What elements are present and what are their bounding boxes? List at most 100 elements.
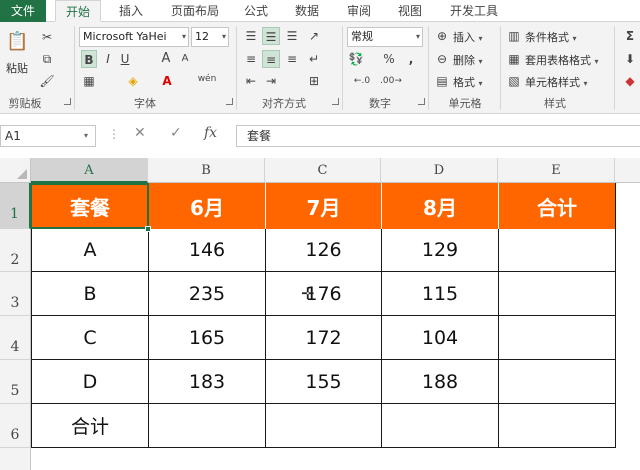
format-cells-icon[interactable]: ▤ xyxy=(434,72,450,90)
cell-d4[interactable]: 104 xyxy=(382,316,499,360)
fill-handle[interactable] xyxy=(145,226,151,232)
column-header-b[interactable]: B xyxy=(148,158,265,183)
cell-c3[interactable]: 176 xyxy=(266,272,382,316)
align-top-icon[interactable]: ☰ xyxy=(242,27,260,45)
borders-icon[interactable]: ▦ xyxy=(80,72,98,90)
cell-d6[interactable] xyxy=(382,404,499,448)
cell-c6[interactable] xyxy=(266,404,382,448)
cell-styles-button[interactable]: 单元格样式 ▾ xyxy=(525,74,588,90)
align-bottom-icon[interactable]: ☰ xyxy=(283,27,301,45)
cell-b2[interactable]: 146 xyxy=(149,229,266,272)
fill-icon[interactable]: ⬇ xyxy=(622,50,638,68)
enter-icon[interactable]: ✓ xyxy=(170,125,182,141)
column-header-e[interactable]: E xyxy=(498,158,615,183)
cell-b6[interactable] xyxy=(149,404,266,448)
italic-button[interactable]: I xyxy=(101,50,115,68)
phonetic-guide-button[interactable]: wén xyxy=(196,70,218,88)
underline-button[interactable]: U xyxy=(118,50,132,68)
column-header-f[interactable] xyxy=(615,158,640,183)
row-header-3[interactable]: 3 xyxy=(0,272,31,316)
insert-cells-icon[interactable]: ⊕ xyxy=(434,27,450,45)
cell-b4[interactable]: 165 xyxy=(149,316,266,360)
paste-icon[interactable]: 📋 xyxy=(6,30,28,54)
number-launcher-icon[interactable] xyxy=(418,98,425,105)
formula-input[interactable]: 套餐 xyxy=(236,125,640,147)
font-name-select[interactable]: Microsoft YaHei ▾ xyxy=(79,27,189,47)
cell-e3[interactable] xyxy=(499,272,616,316)
cell-c5[interactable]: 155 xyxy=(266,360,382,404)
format-painter-icon[interactable]: 🖌 xyxy=(38,72,56,90)
tab-page-layout[interactable]: 页面布局 xyxy=(160,0,230,22)
cell-e2[interactable] xyxy=(499,229,616,272)
font-size-select[interactable]: 12 ▾ xyxy=(191,27,229,47)
cell-styles-icon[interactable]: ▧ xyxy=(506,72,522,90)
insert-cells-button[interactable]: 插入 ▾ xyxy=(453,29,483,45)
cell-a2[interactable]: A xyxy=(32,229,149,272)
increase-decimal-icon[interactable]: ←.0 xyxy=(352,72,372,90)
cell-b5[interactable]: 183 xyxy=(149,360,266,404)
autosum-icon[interactable]: Σ xyxy=(622,27,638,45)
cell-c2[interactable]: 126 xyxy=(266,229,382,272)
tab-data[interactable]: 数据 xyxy=(284,0,330,22)
format-cells-button[interactable]: 格式 ▾ xyxy=(453,74,483,90)
font-launcher-icon[interactable] xyxy=(226,98,233,105)
row-header-4[interactable]: 4 xyxy=(0,316,31,360)
delete-cells-button[interactable]: 删除 ▾ xyxy=(453,52,483,68)
decrease-indent-icon[interactable]: ⇤ xyxy=(242,72,260,90)
tab-view[interactable]: 视图 xyxy=(387,0,433,22)
tab-developer[interactable]: 开发工具 xyxy=(441,0,507,22)
orientation-icon[interactable]: ↗ xyxy=(305,27,323,45)
copy-icon[interactable]: ⧉ xyxy=(38,50,56,68)
cell-a5[interactable]: D xyxy=(32,360,149,404)
decrease-decimal-icon[interactable]: .00→ xyxy=(380,72,402,90)
cancel-icon[interactable]: ✕ xyxy=(134,125,146,141)
clipboard-launcher-icon[interactable] xyxy=(64,98,71,105)
cell-b3[interactable]: 235 xyxy=(149,272,266,316)
bold-button[interactable]: B xyxy=(81,50,97,68)
row-header-5[interactable]: 5 xyxy=(0,360,31,404)
more-options-icon[interactable]: ⋮ xyxy=(108,127,120,141)
name-box-dropdown-icon[interactable]: ▾ xyxy=(84,131,88,140)
column-header-d[interactable]: D xyxy=(381,158,498,183)
clear-icon[interactable]: ◆ xyxy=(622,72,638,90)
tab-file[interactable]: 文件 xyxy=(0,0,46,22)
cell-a6[interactable]: 合计 xyxy=(32,404,149,448)
accounting-format-icon[interactable]: 💱 xyxy=(347,50,365,68)
row-header-6[interactable]: 6 xyxy=(0,404,31,448)
conditional-format-icon[interactable]: ▥ xyxy=(506,27,522,45)
cell-d2[interactable]: 129 xyxy=(382,229,499,272)
row-header-2[interactable]: 2 xyxy=(0,229,31,272)
alignment-launcher-icon[interactable] xyxy=(332,98,339,105)
tab-home[interactable]: 开始 xyxy=(55,0,101,22)
format-as-table-icon[interactable]: ▦ xyxy=(506,50,522,68)
percent-button[interactable]: % xyxy=(380,50,398,68)
insert-function-button[interactable]: fx xyxy=(204,125,217,141)
cell-c1[interactable]: 7月 xyxy=(266,183,382,229)
comma-style-button[interactable]: , xyxy=(402,50,420,68)
cell-a4[interactable]: C xyxy=(32,316,149,360)
wrap-text-icon[interactable]: ↵ xyxy=(305,50,323,68)
tab-insert[interactable]: 插入 xyxy=(108,0,154,22)
font-grow-button[interactable]: A xyxy=(158,50,174,68)
align-center-icon[interactable]: ≡ xyxy=(262,50,280,68)
cell-c4[interactable]: 172 xyxy=(266,316,382,360)
column-header-a[interactable]: A xyxy=(31,158,148,183)
cell-d1[interactable]: 8月 xyxy=(382,183,499,229)
format-as-table-button[interactable]: 套用表格格式 ▾ xyxy=(525,52,599,68)
paste-button[interactable]: 粘贴 xyxy=(6,60,28,76)
number-format-select[interactable]: 常规 ▾ xyxy=(347,27,423,47)
cell-d5[interactable]: 188 xyxy=(382,360,499,404)
tab-formulas[interactable]: 公式 xyxy=(235,0,277,22)
row-header-7[interactable] xyxy=(0,448,31,470)
cell-e6[interactable] xyxy=(499,404,616,448)
cell-b1[interactable]: 6月 xyxy=(149,183,266,229)
cell-e4[interactable] xyxy=(499,316,616,360)
cut-icon[interactable]: ✂ xyxy=(38,28,56,46)
align-middle-icon[interactable]: ☰ xyxy=(262,27,280,45)
font-color-icon[interactable]: A xyxy=(158,72,176,90)
select-all-corner[interactable] xyxy=(0,158,31,183)
cell-e5[interactable] xyxy=(499,360,616,404)
column-header-c[interactable]: C xyxy=(265,158,381,183)
fill-color-icon[interactable]: ◈ xyxy=(124,72,142,90)
font-shrink-button[interactable]: A xyxy=(178,50,192,68)
